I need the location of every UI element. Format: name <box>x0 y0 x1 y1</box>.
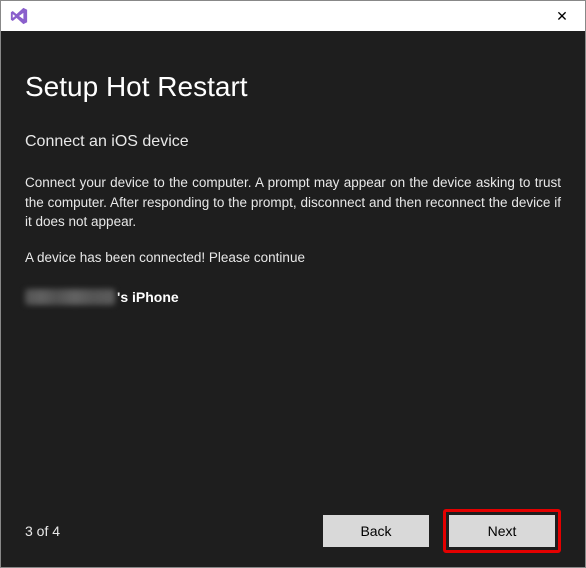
step-indicator: 3 of 4 <box>25 523 60 539</box>
button-row: Back Next <box>323 509 561 553</box>
device-owner-redacted <box>25 289 115 305</box>
page-subtitle: Connect an iOS device <box>25 133 561 151</box>
device-suffix: 's iPhone <box>117 289 179 305</box>
instruction-text: Connect your device to the computer. A p… <box>25 173 561 232</box>
page-title: Setup Hot Restart <box>25 71 561 103</box>
titlebar: ✕ <box>1 1 585 31</box>
close-icon[interactable]: ✕ <box>547 1 577 31</box>
back-button[interactable]: Back <box>323 515 429 547</box>
wizard-footer: 3 of 4 Back Next <box>25 509 561 553</box>
connection-status: A device has been connected! Please cont… <box>25 250 561 265</box>
next-button-highlight: Next <box>443 509 561 553</box>
next-button[interactable]: Next <box>449 515 555 547</box>
visual-studio-icon <box>9 6 29 26</box>
wizard-content: Setup Hot Restart Connect an iOS device … <box>1 31 585 567</box>
device-name: 's iPhone <box>25 289 561 305</box>
